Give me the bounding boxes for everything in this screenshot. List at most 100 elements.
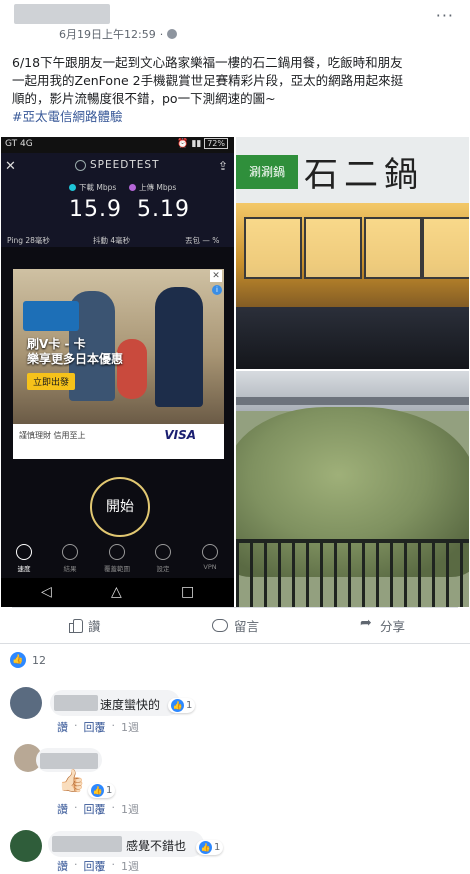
like-reaction-icon: 👍 (10, 652, 26, 668)
recents-icon: □ (181, 584, 195, 600)
shop-window (244, 217, 302, 279)
post-text: 6/18下午跟朋友一起到文心路家樂福一樓的石二鍋用餐，吃飯時和朋友 一起用我的Z… (12, 54, 460, 126)
speed-icon (16, 544, 32, 560)
globe-icon[interactable] (167, 29, 178, 39)
post-text-line: 6/18下午跟朋友一起到文心路家樂福一樓的石二鍋用餐，吃飯時和朋友 (12, 55, 403, 70)
nav-results-label: 結果 (63, 565, 77, 573)
comment-like-count: 1 (186, 700, 193, 711)
like-button[interactable]: 讚 (68, 614, 101, 636)
credit-card-image (23, 301, 79, 331)
restaurant-photo[interactable]: 涮涮鍋 石二鍋 (236, 137, 469, 369)
download-icon (69, 184, 76, 191)
speedtest-title: SPEEDTEST (75, 159, 159, 171)
sign-main-text: 石二鍋 (304, 155, 424, 195)
comment-text: 感覺不錯也 (126, 839, 187, 853)
ad-note: 謹慎理財 信用至上 (19, 431, 86, 440)
nav-coverage: 覆蓋範圍 (94, 544, 140, 573)
status-icons: ⏰ ▮▮ 72% (177, 138, 228, 149)
download-value: 15.9 (69, 197, 122, 222)
upload-label: 上傳 Mbps (129, 182, 176, 193)
iron-fence (236, 541, 469, 607)
comment-like-link[interactable]: 讚 (57, 858, 68, 874)
comment-reaction[interactable]: 👍 1 (168, 698, 196, 713)
nav-vpn-label: VPN (203, 563, 217, 571)
comment-time[interactable]: 1週 (121, 719, 139, 735)
comment-label: 留言 (234, 618, 260, 634)
comment-time[interactable]: 1週 (121, 858, 139, 874)
separator-dot: · (74, 719, 78, 732)
bridge-rail (236, 397, 469, 405)
post-text-line: 一起用我的ZenFone 2手機觀賞世足賽精彩片段，亞太的網路用起來挺 (12, 73, 404, 88)
commenter-avatar[interactable] (10, 687, 42, 719)
comment-time[interactable]: 1週 (121, 801, 139, 817)
ad-info-icon: i (212, 285, 222, 295)
loss-value: 丟包 — % (185, 236, 220, 245)
post-timestamp[interactable]: 6月19日上午12:59 (59, 26, 156, 42)
upload-label-text: 上傳 Mbps (139, 183, 177, 192)
author-name-redacted[interactable] (14, 4, 110, 24)
upload-value: 5.19 (137, 197, 190, 222)
battery-icon: 72% (204, 138, 228, 149)
share-arrow-icon (360, 615, 374, 632)
ping-value: Ping 28毫秒 (7, 236, 50, 245)
post-meta: 6月19日上午12:59 · (59, 26, 178, 42)
more-options-icon[interactable]: ··· (436, 6, 454, 25)
gear-icon (155, 544, 171, 560)
tree-photo[interactable] (236, 371, 469, 607)
separator-dot: · (111, 719, 116, 732)
download-label-text: 下載 Mbps (79, 183, 117, 192)
ad-footer: 謹慎理財 信用至上 VISA (13, 424, 224, 459)
shop-window (304, 217, 362, 279)
commenter-name-redacted[interactable] (40, 753, 98, 769)
comment-button[interactable]: 留言 (212, 614, 259, 636)
ad-cta-button: 立即出發 (27, 373, 76, 390)
ad-person (155, 287, 203, 407)
download-label: 下載 Mbps (69, 182, 116, 193)
shop-window (422, 217, 469, 279)
comment-like-link[interactable]: 讚 (57, 801, 68, 817)
comment-like-link[interactable]: 讚 (57, 719, 68, 735)
reactions-summary[interactable]: 👍 12 (10, 652, 46, 668)
speedtest-metrics: Ping 28毫秒 抖動 4毫秒 丟包 — % (1, 233, 234, 247)
visa-logo: VISA (164, 428, 196, 442)
ad-photo: 刷V卡 ‑ 卡 樂享更多日本優惠 立即出發 (13, 269, 224, 424)
comment-reaction[interactable]: 👍 1 (196, 840, 224, 855)
commenter-avatar[interactable] (10, 830, 42, 862)
vpn-icon (202, 544, 218, 560)
thumbs-up-sticker: 👍🏻 (58, 769, 86, 794)
nav-results: 結果 (47, 544, 93, 573)
visa-ad: 刷V卡 ‑ 卡 樂享更多日本優惠 立即出發 謹慎理財 信用至上 VISA ✕ i (13, 269, 224, 459)
comment-icon (212, 618, 228, 632)
comment-reaction[interactable]: 👍 1 (88, 783, 116, 798)
jitter-value: 抖動 4毫秒 (93, 236, 131, 245)
nav-speed: 速度 (1, 544, 47, 573)
ad-headline: 刷V卡 ‑ 卡 樂享更多日本優惠 (27, 337, 124, 366)
close-icon: ✕ (5, 159, 16, 174)
ad-close-icon: ✕ (210, 270, 222, 282)
like-label: 讚 (88, 618, 101, 634)
shop-window (364, 217, 422, 279)
check-icon (62, 544, 78, 560)
share-icon: ⇪ (217, 159, 228, 173)
nav-vpn: VPN (187, 544, 233, 571)
speedtest-screenshot[interactable]: GT 4G ⏰ ▮▮ 72% ✕ ⇪ SPEEDTEST 下載 Mbps 上傳 … (1, 137, 234, 607)
phone-status-bar: GT 4G ⏰ ▮▮ 72% (1, 137, 234, 153)
share-button[interactable]: 分享 (360, 614, 405, 636)
overpass-bridge (236, 371, 469, 411)
reaction-count: 12 (32, 653, 46, 667)
separator-dot: · (111, 801, 116, 814)
sign-green-panel: 涮涮鍋 (236, 155, 298, 189)
comment-reply-link[interactable]: 回覆 (84, 801, 106, 817)
commenter-name-redacted[interactable] (52, 836, 122, 852)
like-reaction-icon: 👍 (91, 784, 104, 797)
restaurant-sign: 涮涮鍋 石二鍋 (236, 137, 469, 203)
commenter-name-redacted[interactable] (54, 695, 98, 711)
divider (12, 607, 458, 608)
nav-coverage-label: 覆蓋範圍 (104, 565, 130, 573)
comment-reply-link[interactable]: 回覆 (84, 719, 106, 735)
hashtag-link[interactable]: #亞太電信網路體驗 (12, 108, 460, 126)
like-reaction-icon: 👍 (199, 841, 212, 854)
comment-reply-link[interactable]: 回覆 (84, 858, 106, 874)
separator-dot: · (111, 858, 116, 871)
speedtest-nav: 速度 結果 覆蓋範圍 設定 VPN (1, 540, 234, 578)
